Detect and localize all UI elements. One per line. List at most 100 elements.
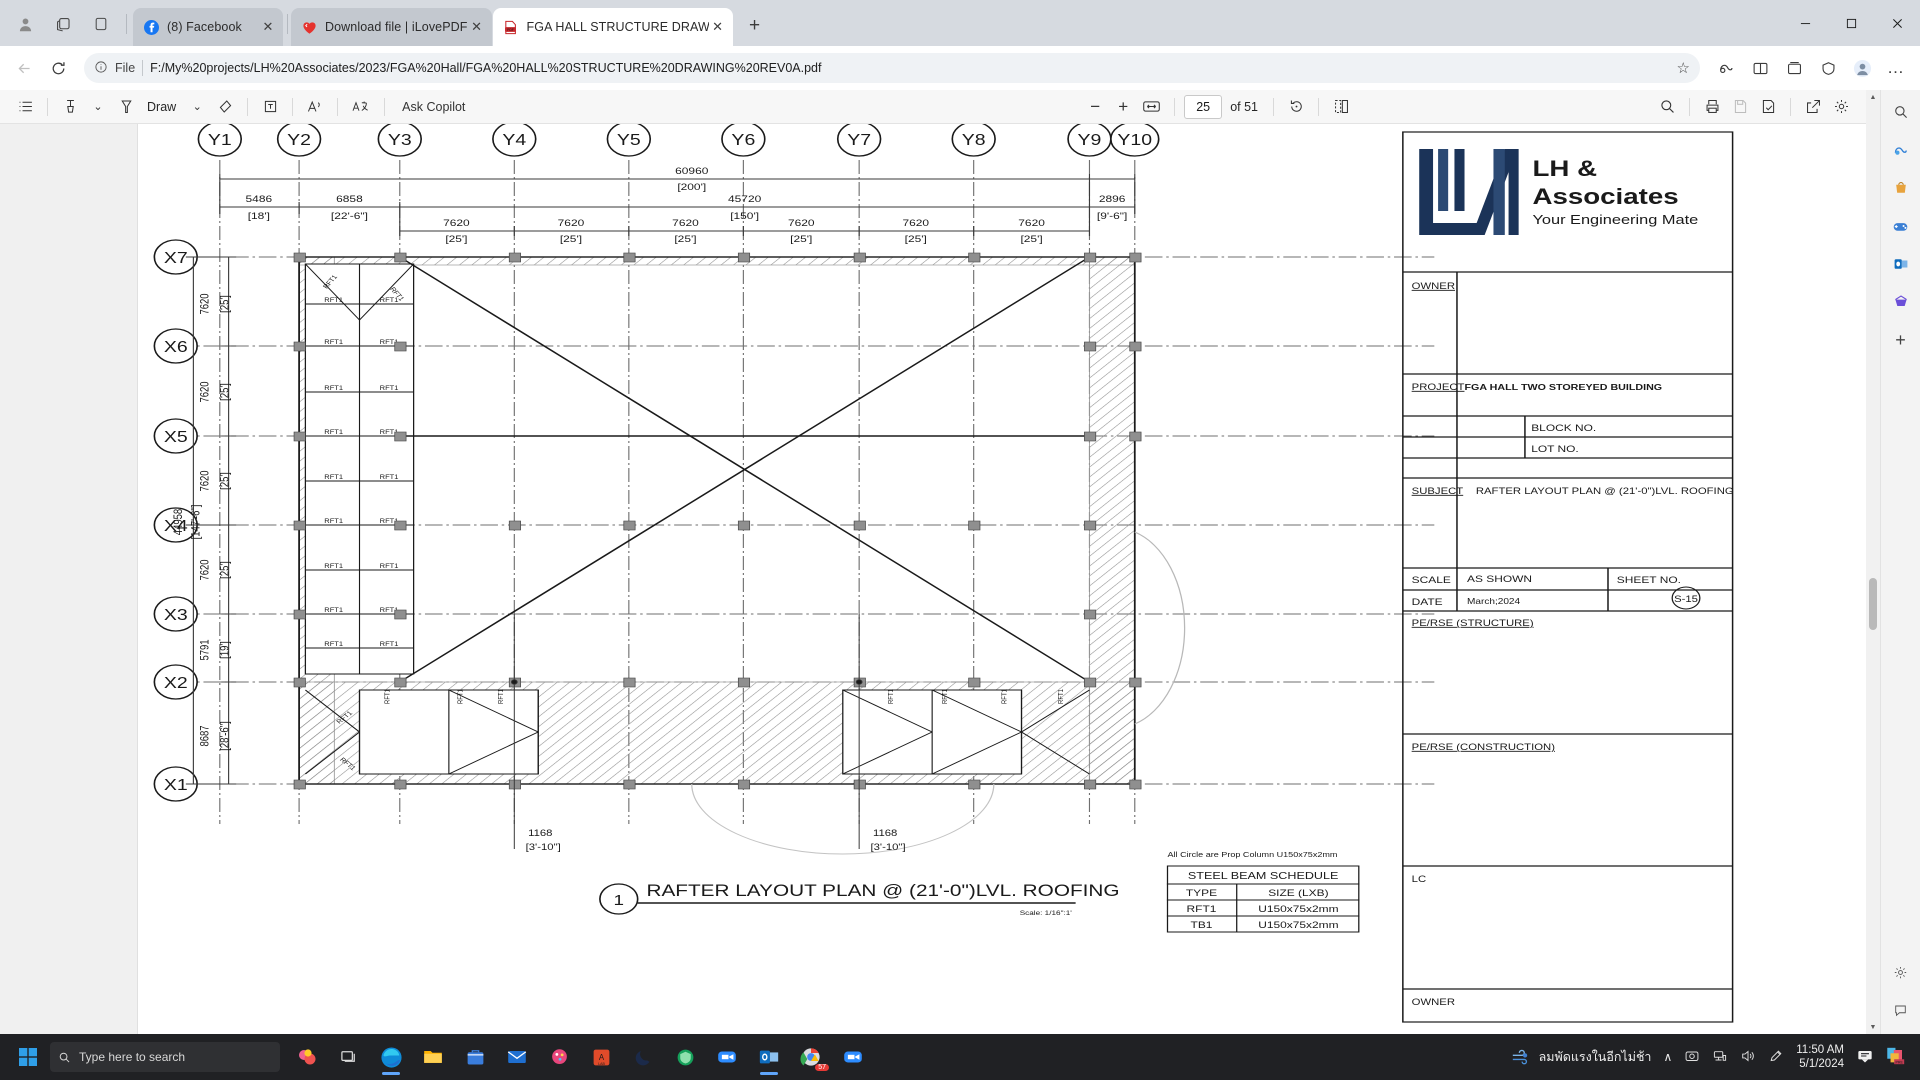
sidebar-feedback-icon[interactable]	[1887, 996, 1915, 1024]
svg-text:7620: 7620	[558, 218, 585, 229]
pdf-page-area[interactable]: Y1 Y2 Y3 Y4 Y5 Y6 Y7 Y8 Y9 Y10 X7 X6 X5 …	[0, 124, 1866, 1034]
sidebar-copilot-icon[interactable]	[1887, 136, 1915, 164]
sidebar-settings-icon[interactable]	[1887, 958, 1915, 986]
sidebar-outlook-icon[interactable]	[1887, 250, 1915, 278]
close-icon[interactable]: ✕	[468, 18, 486, 36]
svg-text:[19']: [19']	[219, 641, 232, 659]
search-icon[interactable]	[1654, 94, 1680, 120]
page-number-input[interactable]: 25	[1184, 94, 1223, 119]
acad-icon[interactable]: A LAB	[580, 1037, 622, 1077]
minimize-button[interactable]	[1782, 6, 1828, 40]
maximize-button[interactable]	[1828, 6, 1874, 40]
sidebar-shopping-icon[interactable]	[1887, 174, 1915, 202]
ask-copilot-button[interactable]: Ask Copilot	[394, 100, 473, 114]
table-of-contents-icon[interactable]	[12, 94, 38, 120]
svg-text:[25']: [25']	[219, 561, 232, 579]
split-screen-icon[interactable]	[1744, 52, 1776, 84]
page-view-icon[interactable]	[1328, 94, 1354, 120]
widgets-icon[interactable]	[286, 1037, 328, 1077]
collections-icon[interactable]	[1778, 52, 1810, 84]
favorite-icon[interactable]: ☆	[1677, 59, 1690, 77]
drawing-title: RAFTER LAYOUT PLAN @ (21'-0")LVL. ROOFIN…	[646, 881, 1119, 899]
start-icon[interactable]	[6, 1038, 50, 1076]
print-icon[interactable]	[1699, 94, 1725, 120]
zoom-out-button[interactable]: −	[1082, 94, 1108, 120]
zoom2-icon[interactable]	[832, 1037, 874, 1077]
network-icon[interactable]	[1712, 1048, 1728, 1067]
svg-text:RFT1: RFT1	[324, 386, 343, 392]
erase-icon[interactable]	[212, 94, 238, 120]
tab-fga-hall-structure-drawing[interactable]: PDF FGA HALL STRUCTURE DRAWING ✕	[492, 8, 733, 46]
sidebar-add-icon[interactable]: +	[1887, 326, 1915, 354]
address-bar[interactable]: File F:/My%20projects/LH%20Associates/20…	[84, 53, 1700, 83]
file-explorer-icon[interactable]	[412, 1037, 454, 1077]
pdf-scrollbar[interactable]: ▲ ▼	[1866, 90, 1880, 1034]
volume-icon[interactable]	[1740, 1048, 1756, 1067]
share-icon[interactable]	[1800, 94, 1826, 120]
read-aloud-icon[interactable]	[302, 94, 328, 120]
url-scheme-label: File	[115, 61, 136, 75]
paint-icon[interactable]	[538, 1037, 580, 1077]
store-icon[interactable]	[454, 1037, 496, 1077]
new-tab-button[interactable]: +	[740, 11, 770, 41]
scroll-down-arrow[interactable]: ▼	[1866, 1020, 1880, 1034]
zoom-icon[interactable]	[706, 1037, 748, 1077]
outlook-icon[interactable]	[748, 1037, 790, 1077]
svg-text:[25']: [25']	[445, 234, 467, 245]
copilot-icon[interactable]	[1710, 52, 1742, 84]
camera-icon[interactable]	[1684, 1048, 1700, 1067]
tab-facebook[interactable]: (8) Facebook ✕	[133, 8, 283, 46]
scale-label: SCALE	[1412, 575, 1451, 586]
svg-text:Y3: Y3	[388, 131, 412, 149]
reload-icon[interactable]	[42, 52, 74, 84]
title-block: LH & Associates Your Engineering Mate OW…	[1402, 131, 1734, 1023]
close-button[interactable]	[1874, 6, 1920, 40]
task-view-icon[interactable]	[328, 1037, 370, 1077]
pre-icon[interactable]: PRE	[1886, 1046, 1906, 1069]
antivirus-icon[interactable]	[664, 1037, 706, 1077]
tab-ilovepdf[interactable]: Download file | iLovePDF ✕	[291, 8, 492, 46]
browser-essentials-icon[interactable]	[1812, 52, 1844, 84]
save-as-icon[interactable]	[1755, 94, 1781, 120]
sidebar-search-icon[interactable]	[1887, 98, 1915, 126]
scrollbar-thumb[interactable]	[1869, 578, 1877, 630]
mail-icon[interactable]	[496, 1037, 538, 1077]
draw-caret-icon[interactable]: ⌄	[184, 94, 210, 120]
edge-icon[interactable]	[370, 1037, 412, 1077]
close-icon[interactable]: ✕	[709, 18, 727, 36]
svg-text:RFT1: RFT1	[324, 298, 343, 304]
url-text: F:/My%20projects/LH%20Associates/2023/FG…	[150, 61, 822, 75]
pen-icon[interactable]	[1768, 1048, 1784, 1067]
translate-icon[interactable]	[347, 94, 375, 120]
zoom-in-button[interactable]: +	[1110, 94, 1136, 120]
toolbar-divider-9	[1689, 97, 1690, 116]
scroll-up-arrow[interactable]: ▲	[1866, 90, 1880, 104]
weather-widget[interactable]: ลมพัดแรงในอีกไม่ช้า	[1511, 1047, 1651, 1067]
sidebar-games-icon[interactable]	[1887, 212, 1915, 240]
tab-search-icon[interactable]	[46, 7, 80, 41]
notification-icon[interactable]	[1856, 1047, 1874, 1068]
svg-text:[9'-6"]: [9'-6"]	[1097, 211, 1127, 222]
clock[interactable]: 11:50 AM 5/1/2024	[1796, 1043, 1844, 1072]
sidebar-tools-icon[interactable]	[1887, 288, 1915, 316]
draw-icon[interactable]	[113, 94, 139, 120]
moon-icon[interactable]	[622, 1037, 664, 1077]
back-icon[interactable]	[8, 52, 40, 84]
profile-avatar[interactable]	[1846, 52, 1878, 84]
chrome-icon[interactable]: 57	[790, 1037, 832, 1077]
split-tab-icon[interactable]	[84, 7, 118, 41]
rotate-icon[interactable]	[1283, 94, 1309, 120]
highlight-icon[interactable]	[57, 94, 83, 120]
draw-label[interactable]: Draw	[141, 100, 182, 114]
show-hidden-icons[interactable]: ∧	[1663, 1050, 1672, 1064]
fit-page-icon[interactable]	[1138, 94, 1165, 120]
settings-icon[interactable]	[1828, 94, 1854, 120]
close-icon[interactable]: ✕	[259, 18, 277, 36]
svg-text:RFT1: RFT1	[457, 689, 465, 704]
highlight-caret-icon[interactable]: ⌄	[85, 94, 111, 120]
text-box-icon[interactable]	[257, 94, 283, 120]
profile-icon[interactable]	[8, 7, 42, 41]
more-options-icon[interactable]: …	[1880, 52, 1912, 84]
taskbar-search[interactable]: Type here to search	[50, 1042, 280, 1072]
save-icon[interactable]	[1727, 94, 1753, 120]
